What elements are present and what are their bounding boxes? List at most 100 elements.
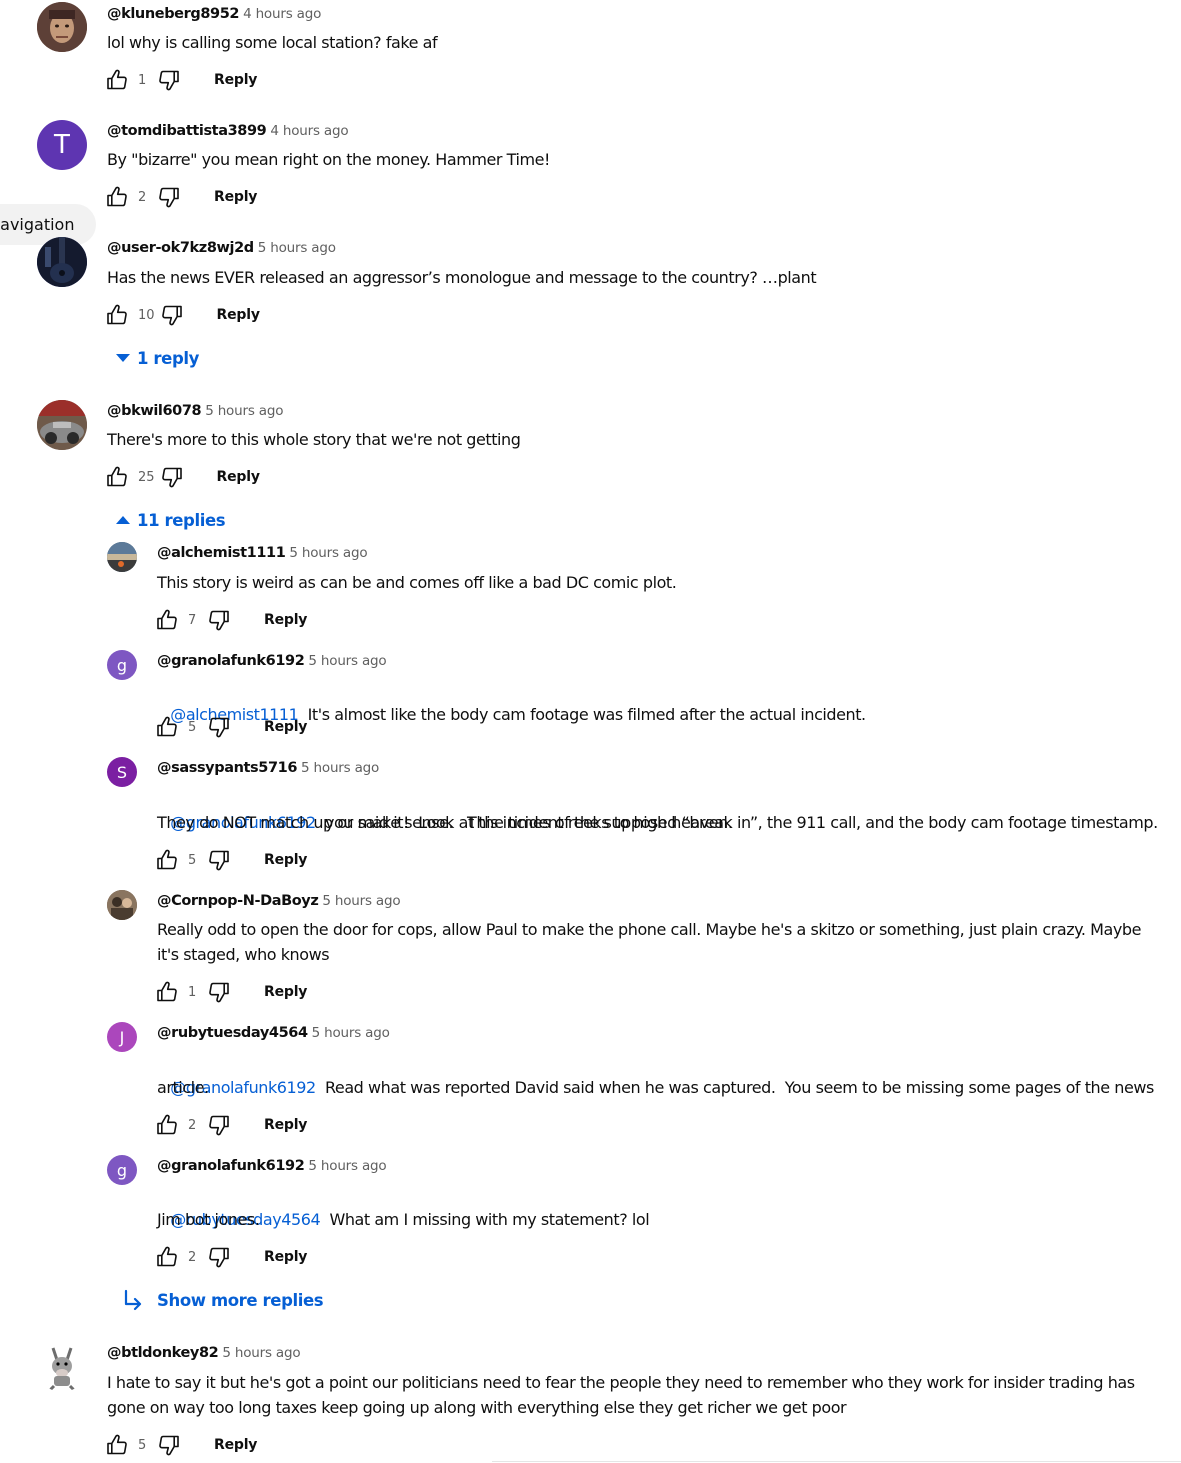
comment-actions: 1 Reply (104, 65, 257, 95)
author-name[interactable]: @user-ok7kz8wj2d (107, 240, 254, 256)
dislike-button[interactable] (156, 184, 182, 210)
like-button[interactable] (154, 714, 180, 740)
timestamp[interactable]: 4 hours ago (270, 123, 348, 139)
landscape-photo-icon (107, 542, 137, 572)
reply-button[interactable]: Reply (214, 189, 257, 205)
dislike-button[interactable] (206, 1112, 232, 1138)
author-name[interactable]: @granolafunk6192 (157, 1158, 305, 1174)
reply-text-line2: They do NOT match up or make sense. This… (157, 813, 733, 832)
dislike-button[interactable] (156, 1432, 182, 1458)
avatar[interactable]: T (37, 120, 87, 170)
thumb-down-icon (160, 303, 184, 327)
like-count: 5 (188, 852, 197, 868)
reply-body: It's almost like the body cam footage wa… (307, 705, 866, 724)
dislike-button[interactable] (206, 847, 232, 873)
reply-body: What am I missing with my statement? lol (329, 1210, 650, 1229)
like-count: 2 (188, 1117, 197, 1133)
timestamp[interactable]: 5 hours ago (205, 403, 283, 419)
like-count: 1 (138, 72, 147, 88)
timestamp[interactable]: 5 hours ago (312, 1025, 390, 1041)
thumb-down-icon (157, 68, 181, 92)
timestamp[interactable]: 4 hours ago (243, 6, 321, 22)
guitar-photo-icon (37, 237, 87, 287)
timestamp[interactable]: 5 hours ago (289, 545, 367, 561)
reply-text-line2: article. (157, 1078, 209, 1097)
like-count: 7 (188, 612, 197, 628)
reply-body: Read what was reported David said when h… (324, 1078, 1154, 1097)
thumb-up-icon (155, 1113, 179, 1137)
like-button[interactable] (154, 607, 180, 633)
like-button[interactable] (104, 1432, 130, 1458)
reply-button[interactable]: Reply (264, 984, 307, 1000)
thumb-up-icon (155, 608, 179, 632)
like-button[interactable] (154, 979, 180, 1005)
dislike-button[interactable] (159, 464, 185, 490)
avatar[interactable] (107, 542, 137, 572)
caret-up-icon (107, 515, 137, 525)
author-name[interactable]: @kluneberg8952 (107, 6, 239, 22)
like-button[interactable] (154, 1112, 180, 1138)
dislike-button[interactable] (206, 979, 232, 1005)
reply-actions: 7 Reply (154, 605, 307, 635)
avatar[interactable]: S (107, 757, 137, 787)
timestamp[interactable]: 5 hours ago (308, 653, 386, 669)
navigation-pill[interactable]: navigation (0, 204, 96, 245)
comment-text-line2: gone on way too long taxes keep going up… (107, 1398, 847, 1417)
like-button[interactable] (104, 184, 130, 210)
reply-button[interactable]: Reply (264, 1249, 307, 1265)
reply-button[interactable]: Reply (217, 469, 260, 485)
like-count: 2 (188, 1249, 197, 1265)
author-name[interactable]: @granolafunk6192 (157, 653, 305, 669)
reply-button[interactable]: Reply (264, 1117, 307, 1133)
timestamp[interactable]: 5 hours ago (308, 1158, 386, 1174)
avatar[interactable]: g (107, 650, 137, 680)
avatar[interactable]: g (107, 1155, 137, 1185)
timestamp[interactable]: 5 hours ago (322, 893, 400, 909)
like-button[interactable] (104, 302, 130, 328)
reply-button[interactable]: Reply (264, 852, 307, 868)
author-name[interactable]: @sassypants5716 (157, 760, 297, 776)
dislike-button[interactable] (206, 1244, 232, 1270)
reply-button[interactable]: Reply (214, 1437, 257, 1453)
avatar-letter: g (116, 1160, 128, 1180)
author-name[interactable]: @rubytuesday4564 (157, 1025, 308, 1041)
thumb-up-icon (155, 848, 179, 872)
timestamp[interactable]: 5 hours ago (258, 240, 336, 256)
dislike-button[interactable] (206, 607, 232, 633)
dislike-button[interactable] (206, 714, 232, 740)
replies-toggle[interactable]: 1 reply (107, 345, 199, 371)
author-name[interactable]: @tomdibattista3899 (107, 123, 267, 139)
reply-button[interactable]: Reply (214, 72, 257, 88)
avatar[interactable] (37, 237, 87, 287)
author-name[interactable]: @bkwil6078 (107, 403, 202, 419)
dislike-button[interactable] (159, 302, 185, 328)
timestamp[interactable]: 5 hours ago (222, 1345, 300, 1361)
reply-text: Really odd to open the door for cops, al… (157, 920, 1141, 939)
replies-toggle-label: 11 replies (137, 510, 226, 530)
replies-toggle[interactable]: 11 replies (107, 507, 226, 533)
show-more-replies-button[interactable]: Show more replies (122, 1287, 324, 1313)
like-button[interactable] (104, 67, 130, 93)
timestamp[interactable]: 5 hours ago (301, 760, 379, 776)
like-button[interactable] (154, 847, 180, 873)
avatar[interactable] (37, 2, 87, 52)
reply-button[interactable]: Reply (264, 719, 307, 735)
thumb-up-icon (155, 980, 179, 1004)
like-button[interactable] (154, 1244, 180, 1270)
avatar[interactable] (37, 400, 87, 450)
dislike-button[interactable] (156, 67, 182, 93)
author-name[interactable]: @alchemist1111 (157, 545, 286, 561)
thumb-down-icon (207, 980, 231, 1004)
reply-actions: 1 Reply (154, 977, 307, 1007)
avatar[interactable]: J (107, 1022, 137, 1052)
reply-text-line2: it's staged, who knows (157, 945, 330, 964)
avatar[interactable] (107, 890, 137, 920)
comment-actions: 25 Reply (104, 462, 260, 492)
author-name[interactable]: @btldonkey82 (107, 1345, 219, 1361)
reply-button[interactable]: Reply (264, 612, 307, 628)
avatar[interactable] (37, 1342, 87, 1392)
reply-button[interactable]: Reply (217, 307, 260, 323)
comment-actions: 2 Reply (104, 182, 257, 212)
like-button[interactable] (104, 464, 130, 490)
author-name[interactable]: @Cornpop-N-DaBoyz (157, 893, 319, 909)
